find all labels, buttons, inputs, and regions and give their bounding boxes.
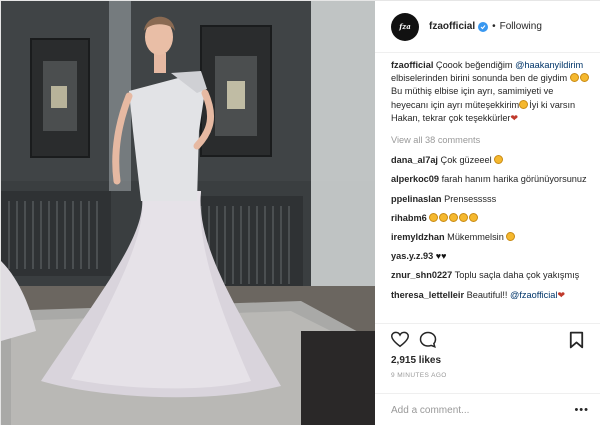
comment-username[interactable]: ppelinaslan (391, 194, 442, 204)
caption-username[interactable]: fzaofficial (391, 60, 433, 70)
comment-item: ppelinaslan Prensesssss (391, 193, 591, 206)
post-header: fza fzaofficial • Following (375, 1, 600, 53)
grin-emoji-icon (579, 73, 589, 83)
photo-illustration (1, 1, 375, 425)
comment-text: Beautiful!! (464, 289, 510, 300)
heart-emoji-icon: ❤ (510, 112, 519, 123)
header-username[interactable]: fzaofficial (429, 21, 475, 32)
smile-emoji-icon (519, 99, 529, 109)
post-timestamp: 9 MINUTES AGO (391, 372, 447, 379)
comment-text: farah hanım harika görünüyorsunuz (439, 174, 587, 185)
comment-username[interactable]: dana_al7aj (391, 155, 438, 165)
comment-username[interactable]: iremyldzhan (391, 232, 445, 242)
caption: fzaofficial Çoook beğendiğim @haakanyild… (391, 59, 591, 125)
comment-text: Mükemmelsin (444, 232, 504, 243)
post-photo[interactable] (1, 1, 375, 425)
heart-eyes-emoji-icon (439, 212, 449, 222)
heart-eyes-emoji-icon (494, 155, 504, 165)
post-actions: 2,915 likes 9 MINUTES AGO Add a comment.… (375, 323, 600, 425)
action-icons-row (389, 331, 589, 351)
avatar-logo-text: fza (399, 22, 411, 31)
likes-count[interactable]: 2,915 likes (391, 355, 441, 366)
avatar[interactable]: fza (391, 12, 419, 41)
comment-username[interactable]: znur_shn0227 (391, 270, 452, 280)
follow-status-button[interactable]: Following (500, 21, 542, 32)
heart-eyes-emoji-icon (506, 232, 516, 242)
heart-eyes-emoji-icon (449, 212, 459, 222)
comment-username[interactable]: rihabm6 (391, 213, 427, 223)
comment-text: Prensesssss (441, 193, 497, 204)
comment-item: znur_shn0227 Toplu saçla daha çok yakışm… (391, 269, 591, 282)
comment-username[interactable]: alperkoc09 (391, 174, 439, 184)
add-comment-input[interactable]: Add a comment... (375, 393, 600, 425)
comment-mention[interactable]: @fzaofficial (510, 290, 557, 300)
comment-text: Toplu saçla daha çok yakışmış (452, 270, 580, 281)
view-all-comments-link[interactable]: View all 38 comments (391, 134, 591, 147)
comment-item: rihabm6 (391, 212, 591, 225)
heart-eyes-emoji-icon (469, 212, 479, 222)
heart-eyes-emoji-icon (459, 212, 469, 222)
sunglasses-emoji-icon (569, 73, 579, 83)
bookmark-icon[interactable] (569, 331, 584, 349)
more-options-button[interactable]: ••• (574, 404, 589, 416)
heart-outline-icon[interactable] (391, 331, 409, 348)
comments-list: fzaofficial Çoook beğendiğim @haakanyild… (391, 59, 591, 308)
comment-username[interactable]: yas.y.z.93 (391, 251, 433, 261)
comment-item: theresa_lettelleir Beautiful!! @fzaoffic… (391, 289, 591, 302)
black-heart-emoji-icon: ♥♥ (435, 251, 447, 262)
comment-item: dana_al7aj Çok güzeeel (391, 154, 591, 167)
heart-emoji-icon: ❤ (557, 289, 566, 300)
caption-text-2: elbiselerinden birini sonunda ben de giy… (391, 73, 568, 84)
instagram-post: fza fzaofficial • Following fzaofficial … (0, 0, 600, 425)
heart-eyes-emoji-icon (429, 212, 439, 222)
comment-item: yas.y.z.93 ♥♥ (391, 250, 591, 263)
caption-mention[interactable]: @haakanyildirim (515, 60, 583, 70)
post-sidebar: fza fzaofficial • Following fzaofficial … (375, 1, 600, 425)
comment-username[interactable]: theresa_lettelleir (391, 290, 464, 300)
comment-text: Çok güzeeel (438, 155, 492, 166)
comment-item: alperkoc09 farah hanım harika görünüyors… (391, 173, 591, 186)
speech-bubble-icon[interactable] (419, 331, 437, 349)
verified-badge-icon (478, 21, 489, 32)
caption-text-1: Çoook beğendiğim (433, 60, 516, 70)
header-separator: • (492, 21, 496, 32)
comment-item: iremyldzhan Mükemmelsin (391, 231, 591, 244)
